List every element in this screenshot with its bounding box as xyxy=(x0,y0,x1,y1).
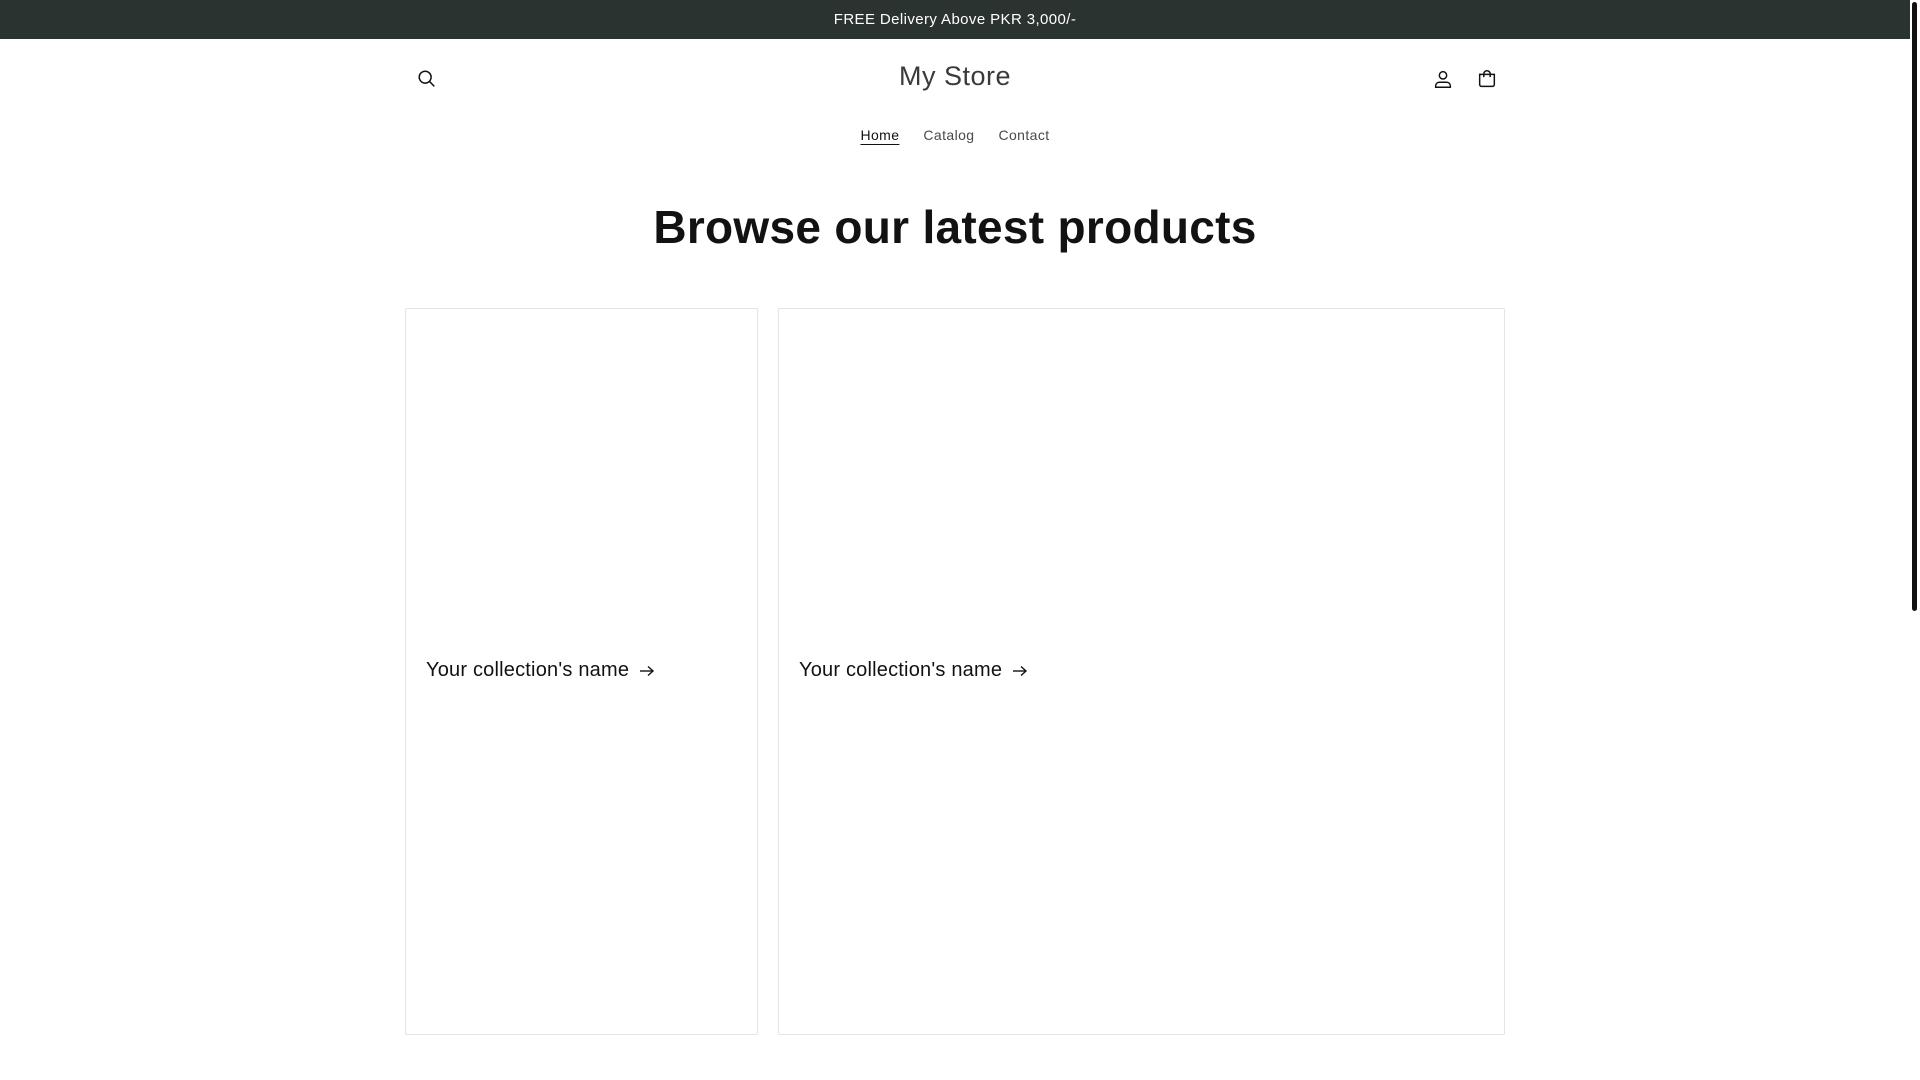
arrow-right-icon xyxy=(640,665,655,676)
vertical-scrollbar[interactable] xyxy=(1910,0,1920,1080)
scrollbar-thumb[interactable] xyxy=(1912,2,1917,611)
page: FREE Delivery Above PKR 3,000/- My Store… xyxy=(0,0,1920,1080)
nav-item-contact[interactable]: Contact xyxy=(986,120,1061,150)
nav-item-catalog[interactable]: Catalog xyxy=(911,120,986,150)
collection-link[interactable]: Your collection's name xyxy=(426,659,655,682)
collection-name: Your collection's name xyxy=(799,659,1003,681)
collection-link[interactable]: Your collection's name xyxy=(799,659,1028,682)
store-logo-title[interactable]: My Store xyxy=(405,61,1505,92)
collection-card[interactable]: Your collection's name xyxy=(405,308,758,1035)
site-header: My Store xyxy=(405,39,1505,123)
main-nav: Home Catalog Contact xyxy=(0,120,1910,150)
cart-icon xyxy=(1478,70,1496,88)
cart-button[interactable] xyxy=(1465,57,1509,101)
account-icon xyxy=(1434,70,1452,88)
nav-item-home[interactable]: Home xyxy=(848,120,911,150)
announcement-text: FREE Delivery Above PKR 3,000/- xyxy=(833,11,1077,28)
section-title: Browse our latest products xyxy=(653,201,1257,253)
account-button[interactable] xyxy=(1421,57,1465,101)
collection-name: Your collection's name xyxy=(426,659,630,681)
collection-card[interactable]: Your collection's name xyxy=(778,308,1505,1035)
announcement-bar: FREE Delivery Above PKR 3,000/- xyxy=(0,0,1910,39)
arrow-right-icon xyxy=(1013,665,1028,676)
